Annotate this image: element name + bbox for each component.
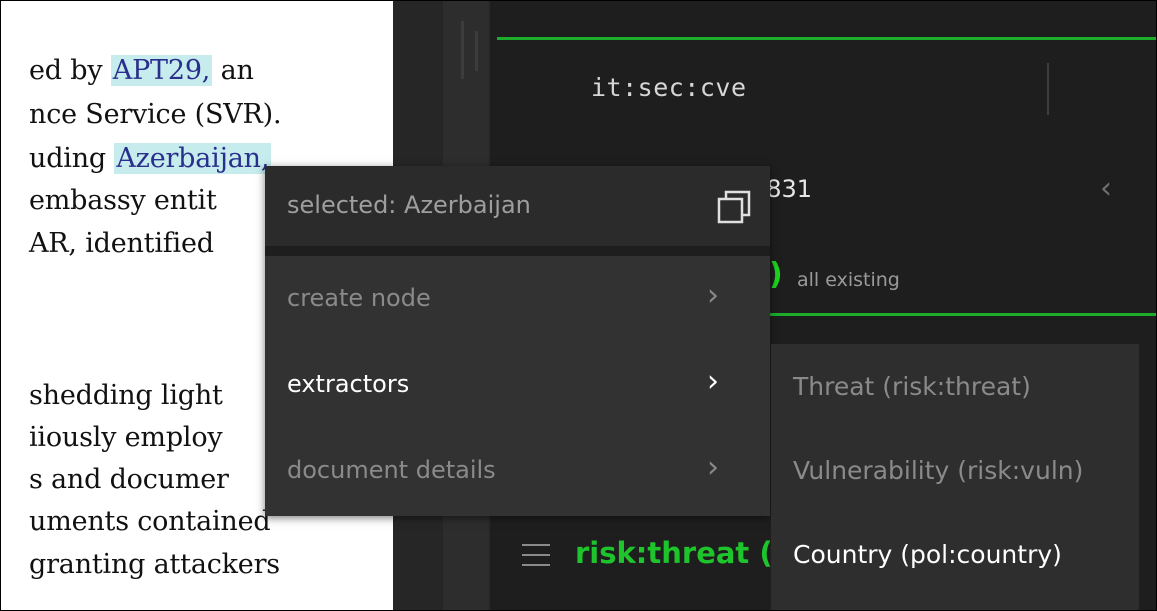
- chevron-left-icon[interactable]: ‹: [1100, 171, 1112, 206]
- menu-item-label: extractors: [287, 370, 410, 398]
- submenu-item-label: Country (pol:country): [793, 540, 1062, 569]
- doc-text: an: [212, 55, 254, 86]
- all-existing-label[interactable]: all existing: [797, 269, 900, 291]
- submenu-item-label: Threat (risk:threat): [793, 372, 1031, 401]
- resize-handle[interactable]: [461, 21, 464, 79]
- node-type-label: it:sec:cve: [591, 73, 747, 102]
- paren-glyph: ): [769, 257, 783, 292]
- resize-handle[interactable]: [475, 31, 478, 71]
- doc-text: uding: [29, 143, 115, 174]
- doc-text: uments contained: [29, 506, 271, 537]
- context-menu-header: selected: Azerbaijan: [265, 166, 770, 246]
- doc-text: iiously employ: [29, 422, 223, 453]
- document-line: ed by APT29, an: [29, 55, 254, 86]
- entity-highlight-apt29[interactable]: APT29,: [110, 55, 213, 86]
- copy-icon[interactable]: [717, 190, 751, 224]
- doc-text: nce Service (SVR).: [29, 99, 282, 130]
- screenshot-frame: ed by APT29, an nce Service (SVR). uding…: [0, 0, 1157, 611]
- doc-text: granting attackers: [29, 549, 280, 580]
- menu-separator: [265, 246, 770, 256]
- document-line: embassy entit: [29, 185, 217, 216]
- submenu-item-country[interactable]: Country (pol:country): [771, 516, 1139, 596]
- extractors-submenu: Threat (risk:threat) Vulnerability (risk…: [771, 344, 1139, 610]
- chevron-right-icon: ›: [707, 450, 719, 485]
- doc-text: ed by: [29, 55, 111, 86]
- doc-text: s and documer: [29, 464, 229, 495]
- document-line: uments contained: [29, 506, 271, 537]
- tag-label[interactable]: risk:threat (: [575, 536, 773, 570]
- submenu-item-threat[interactable]: Threat (risk:threat): [771, 348, 1139, 428]
- document-line: uding Azerbaijan,: [29, 143, 272, 174]
- submenu-item-label: Vulnerability (risk:vuln): [793, 456, 1084, 485]
- menu-item-create-node[interactable]: create node ›: [265, 256, 770, 342]
- selected-text-label: selected: Azerbaijan: [287, 191, 531, 219]
- document-line: granting attackers: [29, 549, 280, 580]
- menu-item-label: create node: [287, 284, 431, 312]
- document-line: AR, identified: [29, 228, 214, 259]
- entity-highlight-azerbaijan[interactable]: Azerbaijan,: [114, 143, 272, 174]
- document-line: iiously employ: [29, 422, 223, 453]
- doc-text: shedding light: [29, 380, 223, 411]
- menu-item-extractors[interactable]: extractors ›: [265, 342, 770, 428]
- document-line: nce Service (SVR).: [29, 99, 282, 130]
- document-line: shedding light: [29, 380, 223, 411]
- menu-item-document-details[interactable]: document details ›: [265, 428, 770, 514]
- menu-item-label: document details: [287, 456, 496, 484]
- hamburger-menu-icon[interactable]: [522, 544, 550, 568]
- document-line: s and documer: [29, 464, 229, 495]
- doc-text: embassy entit: [29, 185, 217, 216]
- chevron-right-icon: ›: [707, 278, 719, 313]
- submenu-item-vulnerability[interactable]: Vulnerability (risk:vuln): [771, 432, 1139, 512]
- doc-text: AR, identified: [29, 228, 214, 259]
- chevron-right-icon: ›: [707, 364, 719, 399]
- divider: [1047, 63, 1049, 115]
- accent-line: [497, 37, 1156, 40]
- context-menu: selected: Azerbaijan create node › extra…: [265, 166, 770, 516]
